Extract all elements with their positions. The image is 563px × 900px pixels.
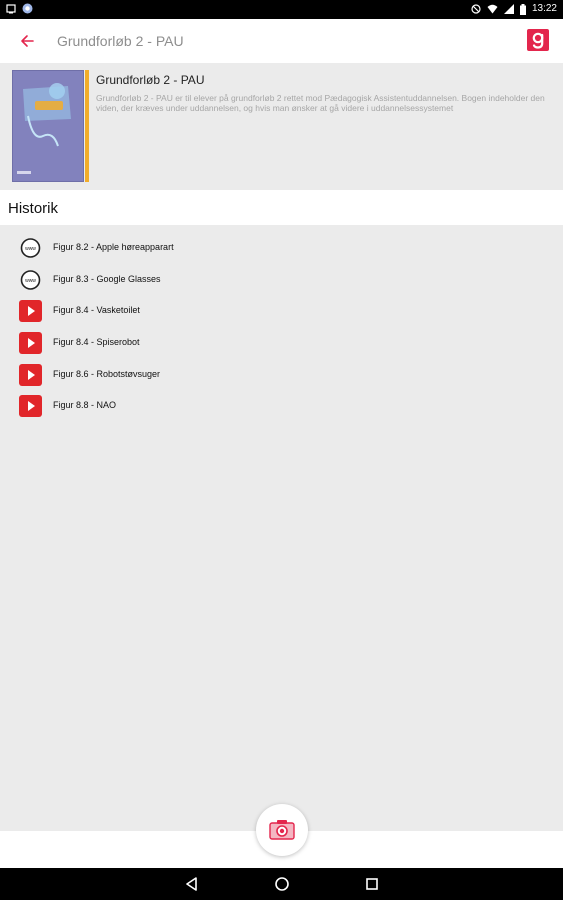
youtube-icon (19, 363, 42, 386)
svg-text:www: www (25, 278, 36, 284)
www-icon: www (19, 237, 42, 259)
book-header: Grundforløb 2 - PAU Grundforløb 2 - PAU … (0, 63, 563, 190)
battery-icon (519, 3, 526, 15)
camera-icon (269, 820, 295, 840)
recents-square-icon[interactable] (364, 876, 380, 892)
list-item[interactable]: www Figur 8.2 - Apple høreapparart (0, 232, 563, 264)
list-item-label: Figur 8.3 - Google Glasses (53, 273, 161, 284)
cover-accent-strip (85, 70, 89, 182)
www-icon: www (19, 269, 42, 291)
history-list: www Figur 8.2 - Apple høreapparart www F… (0, 232, 563, 422)
list-item-label: Figur 8.2 - Apple høreapparart (53, 242, 174, 252)
back-button[interactable] (16, 30, 40, 52)
status-bar: 13:22 (0, 0, 563, 19)
youtube-icon (19, 332, 42, 355)
back-triangle-icon[interactable] (184, 876, 200, 892)
svg-text:www: www (25, 246, 36, 252)
list-item[interactable]: www Figur 8.3 - Google Glasses (0, 264, 563, 296)
book-title: Grundforløb 2 - PAU (96, 73, 205, 87)
list-item-label: Figur 8.6 - Robotstøvsuger (53, 368, 161, 379)
home-circle-icon[interactable] (274, 876, 290, 892)
app-bar: Grundforløb 2 - PAU (0, 19, 563, 63)
list-item[interactable]: Figur 8.6 - Robotstøvsuger (0, 359, 563, 391)
list-item-label: Figur 8.4 - Vasketoilet (53, 305, 140, 316)
list-item[interactable]: Figur 8.8 - NAO (0, 390, 563, 422)
book-description: Grundforløb 2 - PAU er til elever på gru… (96, 93, 545, 113)
youtube-icon (19, 395, 42, 418)
book-cover (12, 70, 84, 182)
history-title: Historik (8, 200, 59, 217)
signal-icon (503, 4, 514, 14)
list-item[interactable]: Figur 8.4 - Spiserobot (0, 327, 563, 359)
wifi-icon (487, 4, 498, 14)
list-item-label: Figur 8.4 - Spiserobot (53, 337, 140, 348)
do-not-disturb-icon (471, 4, 481, 14)
youtube-icon (19, 300, 42, 323)
list-item-label: Figur 8.8 - NAO (53, 400, 117, 411)
history-header: Historik (0, 190, 563, 225)
system-nav-bar (0, 868, 563, 900)
clock: 13:22 (531, 3, 557, 14)
arrow-left-icon (21, 35, 34, 47)
notification-icon (6, 3, 16, 14)
camera-button[interactable] (256, 804, 308, 856)
page-title: Grundforløb 2 - PAU (57, 33, 184, 49)
chrome-icon (22, 3, 33, 14)
g-logo-icon[interactable] (527, 29, 549, 51)
list-item[interactable]: Figur 8.4 - Vasketoilet (0, 295, 563, 327)
